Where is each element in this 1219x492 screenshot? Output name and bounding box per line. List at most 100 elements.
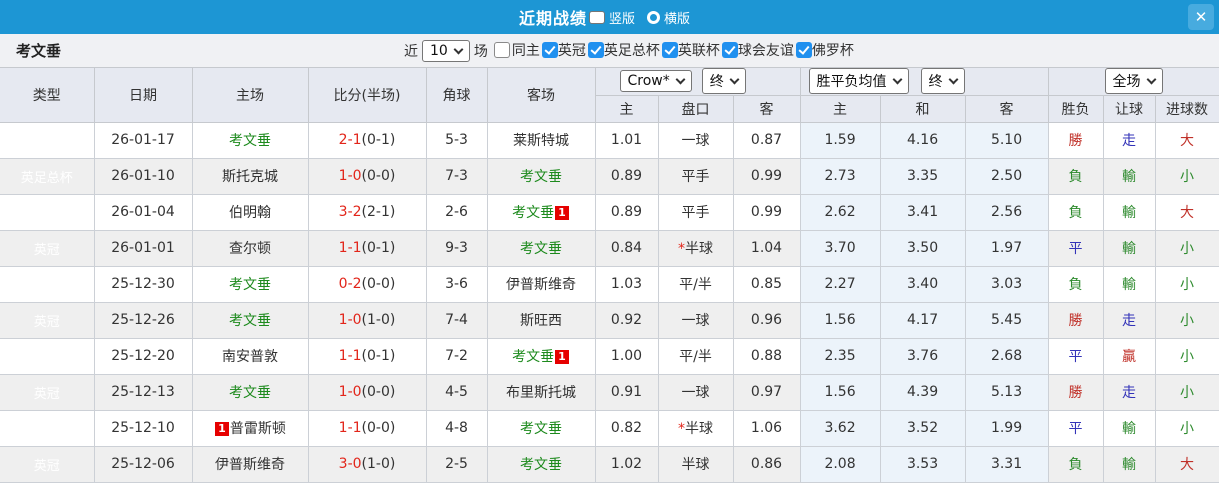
handicap-cell: 一球	[658, 302, 734, 339]
team-name: 普雷斯顿	[229, 421, 286, 437]
avg-time-select[interactable]: 终	[920, 68, 965, 95]
handicap-away-odds-cell: 1.04	[733, 230, 801, 267]
avg-draw-odds-cell: 3.35	[880, 158, 966, 195]
goals-result-cell: 小	[1155, 266, 1219, 303]
col-type: 类型	[0, 68, 95, 123]
results-table: 类型 日期 主场 比分(半场) 角球 客场 Crow* 终 胜平负均值 终 全场…	[0, 68, 1219, 483]
checkbox-checked-icon[interactable]	[721, 41, 738, 58]
match-row: 英足总杯 26-01-10 斯托克城 1-0(0-0) 7-3 考文垂 0.89 平手 0.99…	[0, 158, 1219, 195]
handicap-result-cell: 輸	[1103, 194, 1156, 231]
date-cell: 25-12-06	[94, 446, 193, 483]
team-name: 考文垂	[229, 385, 271, 401]
score-cell: 3-2(2-1)	[308, 194, 427, 231]
date-cell: 26-01-04	[94, 194, 193, 231]
recent-count-select[interactable]: 10	[422, 39, 470, 62]
checkbox-checked-icon[interactable]	[661, 41, 678, 58]
red-card-badge: 1	[215, 422, 229, 436]
avg-draw-odds-cell: 4.17	[880, 302, 966, 339]
fulltime-score: 2-1	[338, 132, 362, 148]
col-away: 客场	[487, 68, 596, 123]
radio-vertical-label[interactable]: 竖版	[609, 8, 635, 27]
away-team-cell: 考文垂 1	[487, 194, 596, 231]
filter-checkbox-label[interactable]: 佛罗杯	[812, 40, 854, 60]
col-score: 比分(半场)	[308, 68, 427, 123]
checkbox-checked-icon[interactable]	[795, 41, 812, 58]
away-team-cell: 考文垂	[487, 446, 596, 483]
team-name: 考文垂	[512, 205, 555, 221]
avg-draw-odds-cell: 4.16	[880, 122, 966, 159]
scope-select[interactable]: 全场	[1104, 68, 1163, 95]
col-corners: 角球	[426, 68, 488, 123]
result-cell: 勝	[1048, 374, 1104, 411]
corners-cell: 7-2	[426, 338, 488, 375]
home-team-cell: 斯托克城	[192, 158, 309, 195]
filter-controls: 近 10 场 同主 英冠 英足总杯 英联杯 球会友谊 佛罗杯	[402, 39, 856, 62]
col-date: 日期	[94, 68, 193, 123]
handicap-time-select[interactable]: 终	[701, 68, 746, 95]
team-name: 伊普斯维奇	[215, 457, 285, 473]
handicap-result-cell: 輸	[1103, 446, 1156, 483]
chevron-down-icon	[1146, 74, 1156, 85]
avg-draw-odds-cell: 3.53	[880, 446, 966, 483]
handicap-away-odds-cell: 0.99	[733, 194, 801, 231]
handicap-home-odds-cell: 0.84	[595, 230, 659, 267]
chevron-down-icon	[729, 74, 740, 85]
fulltime-score: 1-1	[338, 348, 362, 364]
away-team-cell: 莱斯特城	[487, 122, 596, 159]
halftime-score: (1-0)	[361, 456, 396, 472]
radio-horizontal-layout[interactable]	[647, 10, 660, 24]
handicap-result-cell: 走	[1103, 374, 1156, 411]
checkbox-checked-icon[interactable]	[587, 41, 604, 58]
bookmaker-select[interactable]: Crow*	[619, 70, 692, 93]
match-row: 英冠 25-12-26 考文垂 1-0(1-0) 7-4 斯旺西 0.92 一球 0.96 1.5…	[0, 302, 1219, 339]
goals-result-cell: 小	[1155, 230, 1219, 267]
filter-checkbox-label[interactable]: 英冠	[558, 40, 586, 60]
handicap-result-cell: 贏	[1103, 338, 1156, 375]
team-name: 考文垂	[229, 313, 271, 329]
avg-home-odds-cell: 3.70	[800, 230, 881, 267]
filter-checkbox-label[interactable]: 英联杯	[678, 40, 720, 60]
filter-checkbox-label[interactable]: 球会友谊	[738, 40, 794, 60]
filter-checkbox-item: 球会友谊	[721, 40, 794, 60]
filter-checkbox-label[interactable]: 英足总杯	[604, 40, 660, 60]
avg-away-odds-cell: 1.99	[965, 410, 1049, 447]
team-name: 斯旺西	[520, 313, 562, 329]
close-icon[interactable]: ✕	[1188, 4, 1214, 30]
handicap-cell: *半球	[658, 230, 734, 267]
col-home: 主场	[192, 68, 309, 123]
corners-cell: 2-5	[426, 446, 488, 483]
corners-cell: 4-5	[426, 374, 488, 411]
corners-cell: 4-8	[426, 410, 488, 447]
changed-handicap-star: *	[678, 421, 685, 437]
col-avg-away: 客	[965, 95, 1049, 123]
handicap-cell: *半球	[658, 410, 734, 447]
checkbox-unchecked-icon[interactable]	[493, 41, 510, 58]
fulltime-score: 1-1	[338, 240, 362, 256]
chevron-down-icon	[948, 74, 958, 85]
date-cell: 26-01-10	[94, 158, 193, 195]
radio-vertical-layout[interactable]	[588, 10, 605, 24]
handicap-away-odds-cell: 0.99	[733, 158, 801, 195]
filter-bar: 考文垂 近 10 场 同主 英冠 英足总杯 英联杯 球会友谊 佛罗杯	[0, 34, 1219, 68]
result-cell: 平	[1048, 338, 1104, 375]
handicap-result-cell: 輸	[1103, 410, 1156, 447]
handicap-cell: 半球	[658, 446, 734, 483]
match-row: 英冠 25-12-10 1 普雷斯顿 1-1(0-0) 4-8 考文垂 0.82 *半球 1.06…	[0, 410, 1219, 447]
team-name: 查尔顿	[229, 241, 271, 257]
score-cell: 3-0(1-0)	[308, 446, 427, 483]
filter-checkbox-label[interactable]: 同主	[512, 40, 540, 60]
chevron-down-icon	[453, 44, 464, 54]
halftime-score: (1-0)	[361, 312, 396, 328]
team-name: 考文垂	[229, 133, 271, 149]
avg-away-odds-cell: 5.13	[965, 374, 1049, 411]
home-team-cell: 考文垂	[192, 302, 309, 339]
avg-odds-select[interactable]: 胜平负均值	[808, 68, 909, 95]
fulltime-score: 1-0	[338, 168, 362, 184]
result-cell: 負	[1048, 158, 1104, 195]
red-card-badge: 1	[555, 206, 569, 220]
col-avg-home: 主	[800, 95, 881, 123]
radio-horizontal-label[interactable]: 横版	[664, 8, 690, 27]
checkbox-checked-icon[interactable]	[541, 41, 558, 58]
handicap-result-cell: 走	[1103, 122, 1156, 159]
away-team-cell: 考文垂	[487, 410, 596, 447]
